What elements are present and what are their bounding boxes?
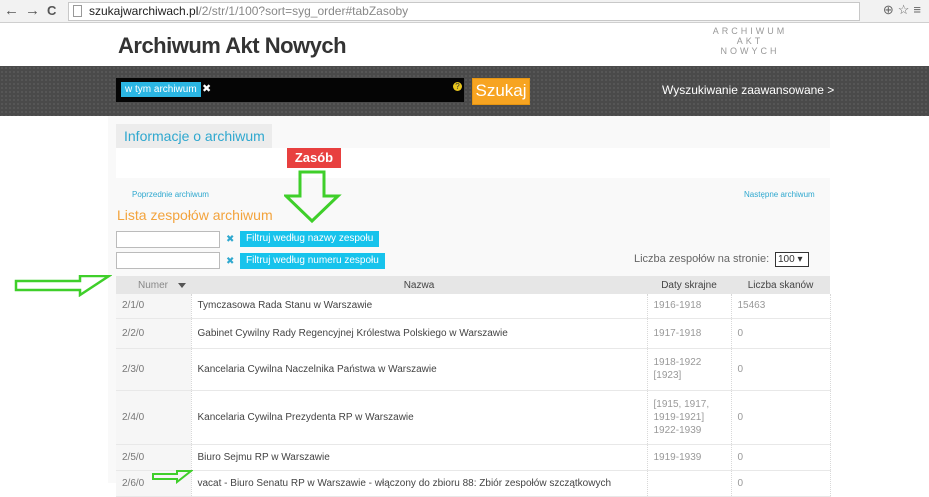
remove-scope-icon[interactable]: ✖ (202, 82, 211, 95)
fonds-number: 2/1/0 (116, 294, 192, 319)
down-arrow-annotation-shape (284, 170, 342, 224)
filter-by-name-button[interactable]: Filtruj według nazwy zespołu (240, 231, 380, 247)
fonds-name[interactable]: vacat - Biuro Senatu RP w Warszawie - wł… (191, 470, 648, 497)
name-filter-input[interactable] (116, 231, 220, 248)
url-host: szukajwarchiwach.pl (89, 4, 199, 18)
archive-logo[interactable]: ARCHIWUM AKT NOWYCH (710, 26, 790, 56)
column-header-name[interactable]: Nazwa (191, 276, 647, 294)
fonds-name[interactable]: Tymczasowa Rada Stanu w Warszawie (191, 294, 648, 319)
page-document-icon (73, 5, 82, 17)
column-header-number[interactable]: Numer (116, 276, 191, 294)
column-header-dates[interactable]: Daty skrajne (647, 276, 731, 294)
table-header-row: Numer Nazwa Daty skrajne Liczba skanów (116, 276, 830, 294)
help-icon[interactable]: ? (453, 82, 462, 91)
fonds-scans: 0 (731, 318, 831, 349)
fonds-table: Numer Nazwa Daty skrajne Liczba skanów 2… (116, 276, 831, 497)
fonds-dates: 1918-1922 [1923] (647, 348, 732, 391)
logo-line-1: ARCHIWUM (712, 26, 788, 36)
forward-arrow-icon[interactable]: → (25, 2, 40, 20)
fonds-name[interactable]: Gabinet Cywilny Rady Regencyjnej Królest… (191, 318, 648, 349)
fonds-number: 2/5/0 (116, 444, 192, 471)
fonds-number: 2/4/0 (116, 390, 192, 445)
fonds-number: 2/2/0 (116, 318, 192, 349)
fonds-dates: 1916-1918 (647, 294, 732, 319)
right-arrow-annotation-shape (14, 275, 112, 297)
fonds-scans: 15463 (731, 294, 831, 319)
next-archive-link[interactable]: Następne archiwum (744, 190, 815, 199)
fonds-name[interactable]: Kancelaria Cywilna Naczelnika Państwa w … (191, 348, 648, 391)
filter-by-number-button[interactable]: Filtruj według numeru zespołu (240, 253, 385, 269)
clear-name-filter-icon[interactable]: ✖ (226, 234, 234, 245)
fonds-dates: 1919-1939 (647, 444, 732, 471)
logo-line-2: AKT NOWYCH (720, 36, 780, 56)
archive-info-panel (116, 148, 830, 178)
url-text: szukajwarchiwach.pl/2/str/1/100?sort=syg… (89, 3, 408, 20)
table-row[interactable]: 2/4/0 Kancelaria Cywilna Prezydenta RP w… (116, 390, 831, 445)
table-row[interactable]: 2/5/0 Biuro Sejmu RP w Warszawie 1919-19… (116, 444, 831, 471)
fonds-list-title: Lista zespołów archiwum (117, 207, 273, 223)
fonds-number: 2/3/0 (116, 348, 192, 391)
table-row[interactable]: 2/3/0 Kancelaria Cywilna Naczelnika Pańs… (116, 348, 831, 391)
row-arrow-annotation-shape (152, 470, 193, 484)
sort-down-icon[interactable] (178, 282, 187, 288)
browser-toolbar: ← → C szukajwarchiwach.pl/2/str/1/100?so… (0, 0, 929, 23)
down-arrow-annotation-icon (284, 170, 342, 224)
zoom-bookmark-menu-icons[interactable]: ⊕☆≡ (883, 2, 925, 18)
reload-icon[interactable]: C (47, 2, 56, 20)
per-page-select[interactable]: 100 ▾ (775, 252, 809, 267)
fonds-scans: 0 (731, 444, 831, 471)
fonds-dates: 1917-1918 (647, 318, 732, 349)
table-row[interactable]: 2/1/0 Tymczasowa Rada Stanu w Warszawie … (116, 294, 831, 319)
fonds-name[interactable]: Kancelaria Cywilna Prezydenta RP w Warsz… (191, 390, 648, 445)
right-arrow-annotation-icon (14, 275, 112, 297)
previous-archive-link[interactable]: Poprzednie archiwum (132, 190, 209, 199)
advanced-search-link[interactable]: Wyszukiwanie zaawansowane > (662, 83, 834, 97)
back-arrow-icon[interactable]: ← (4, 2, 19, 20)
fonds-dates: [1915, 1917, 1919-1921] 1922-1939 (647, 390, 732, 445)
search-button[interactable]: Szukaj (472, 78, 530, 105)
number-filter-input[interactable] (116, 252, 220, 269)
url-path: /2/str/1/100?sort=syg_order#tabZasoby (198, 4, 409, 18)
column-header-number-label: Numer (138, 279, 169, 291)
fonds-name[interactable]: Biuro Sejmu RP w Warszawie (191, 444, 648, 471)
column-header-scans[interactable]: Liczba skanów (731, 276, 830, 294)
table-row[interactable]: 2/2/0 Gabinet Cywilny Rady Regencyjnej K… (116, 318, 831, 349)
row-arrow-annotation-icon (152, 470, 193, 484)
search-scope-tag: w tym archiwum (121, 82, 201, 97)
tab-archive-info[interactable]: Informacje o archiwum (116, 124, 272, 148)
fonds-scans: 0 (731, 348, 831, 391)
table-row[interactable]: 2/6/0 vacat - Biuro Senatu RP w Warszawi… (116, 470, 831, 497)
clear-number-filter-icon[interactable]: ✖ (226, 256, 234, 267)
zasob-annotation-label: Zasób (287, 148, 341, 168)
site-title[interactable]: Archiwum Akt Nowych (118, 33, 347, 59)
fonds-scans: 0 (731, 390, 831, 445)
per-page-label: Liczba zespołów na stronie: (634, 253, 770, 265)
fonds-dates (647, 470, 732, 497)
fonds-scans: 0 (731, 470, 831, 497)
address-bar[interactable]: szukajwarchiwach.pl/2/str/1/100?sort=syg… (68, 2, 860, 21)
